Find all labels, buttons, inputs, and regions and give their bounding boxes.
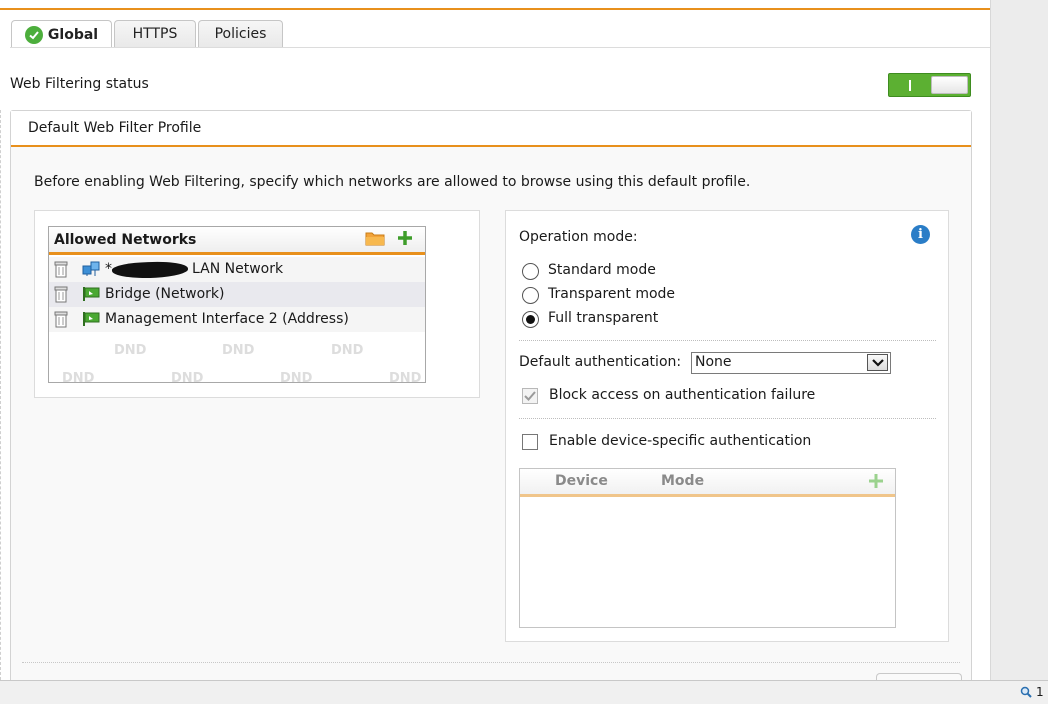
tab-https[interactable]: HTTPS	[114, 20, 196, 47]
block-access-checkbox[interactable]	[522, 388, 538, 404]
column-header-device[interactable]: Device	[555, 473, 608, 489]
divider	[519, 340, 936, 341]
web-filtering-toggle[interactable]	[888, 73, 971, 97]
device-specific-auth-checkbox[interactable]	[522, 434, 538, 450]
zoom-icon[interactable]	[1020, 686, 1032, 698]
network-icon	[82, 261, 100, 276]
toggle-on-indicator	[909, 80, 911, 91]
right-gutter	[990, 0, 1048, 680]
radio-full-transparent[interactable]	[522, 311, 539, 328]
folder-icon[interactable]	[365, 231, 385, 246]
tab-global-label: Global	[47, 26, 99, 43]
bottom-divider	[22, 662, 960, 663]
dnd-watermark: DND	[222, 343, 255, 358]
left-dashed-edge	[0, 110, 2, 680]
network-row[interactable]: Bridge (Network)	[49, 282, 425, 307]
default-authentication-label: Default authentication:	[519, 354, 682, 370]
radio-transparent-mode[interactable]	[522, 287, 539, 304]
dnd-watermark: DND	[171, 371, 204, 383]
zoom-level-text: 1	[1036, 685, 1044, 699]
tab-baseline	[10, 47, 990, 48]
toggle-knob[interactable]	[931, 76, 968, 94]
chevron-down-icon[interactable]	[867, 354, 888, 371]
checkmark-icon	[524, 391, 536, 401]
block-access-label: Block access on authentication failure	[549, 387, 816, 403]
add-network-plus-icon[interactable]	[396, 229, 414, 247]
divider	[519, 418, 936, 419]
network-label: Bridge (Network)	[105, 286, 225, 302]
dnd-watermark: DND	[114, 343, 147, 358]
tab-https-label: HTTPS	[132, 26, 178, 42]
network-row[interactable]: Management Interface 2 (Address)	[49, 307, 425, 332]
network-label: Management Interface 2 (Address)	[105, 311, 349, 327]
dnd-watermark: DND	[389, 371, 422, 383]
dnd-watermark: DND	[62, 371, 95, 383]
green-flag-icon	[83, 287, 100, 301]
dnd-watermark: DND	[331, 343, 364, 358]
default-authentication-value: None	[695, 354, 732, 370]
operation-mode-label: Operation mode:	[519, 229, 638, 245]
trash-icon[interactable]	[54, 286, 68, 303]
network-row[interactable]: * LAN Network	[49, 257, 425, 282]
tab-global[interactable]: Global	[11, 20, 112, 48]
column-header-mode[interactable]: Mode	[661, 473, 704, 489]
web-filtering-status-label: Web Filtering status	[10, 76, 149, 92]
profile-title: Default Web Filter Profile	[28, 120, 202, 136]
tab-policies[interactable]: Policies	[198, 20, 283, 47]
check-circle-icon	[24, 25, 43, 44]
dnd-watermark: DND	[280, 371, 313, 383]
radio-full-transparent-label: Full transparent	[548, 310, 659, 326]
add-device-plus-icon[interactable]	[867, 472, 885, 490]
radio-standard-mode-label: Standard mode	[548, 262, 656, 278]
info-icon[interactable]: i	[911, 225, 930, 244]
top-accent-rule	[0, 8, 990, 10]
green-flag-icon	[83, 312, 100, 326]
radio-transparent-mode-label: Transparent mode	[548, 286, 676, 302]
profile-intro-text: Before enabling Web Filtering, specify w…	[34, 174, 751, 190]
browser-status-bar	[0, 680, 1048, 704]
allowed-networks-title: Allowed Networks	[54, 232, 197, 248]
device-specific-auth-label: Enable device-specific authentication	[549, 433, 812, 449]
radio-standard-mode[interactable]	[522, 263, 539, 280]
tab-policies-label: Policies	[214, 26, 267, 42]
trash-icon[interactable]	[54, 311, 68, 328]
trash-icon[interactable]	[54, 261, 68, 278]
